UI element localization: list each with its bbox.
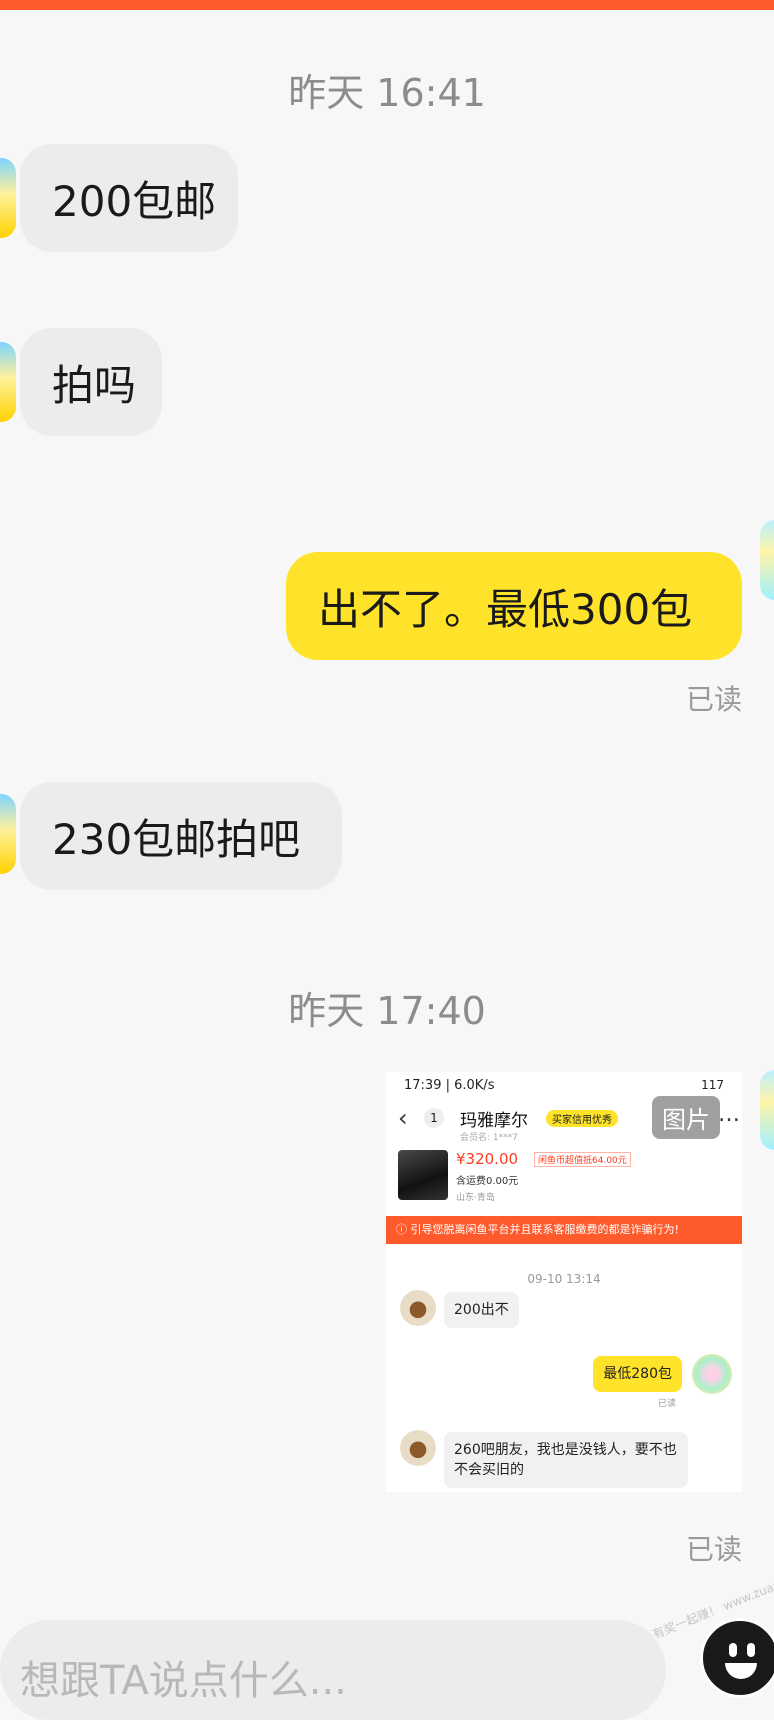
message-bubble-received[interactable]: 拍吗 [20, 328, 162, 436]
timestamp: 昨天 16:41 [288, 71, 486, 115]
product-price: ¥320.00 [456, 1150, 519, 1168]
image-message[interactable]: 17:39 | 6.0K/s 117 ‹ 1 玛雅摩尔 买家信用优秀 会员名: … [386, 1072, 742, 1492]
timestamp: 昨天 17:40 [288, 989, 486, 1033]
inner-message-sent: 最低280包 [593, 1356, 682, 1392]
read-receipt: 已读 [685, 683, 742, 716]
my-avatar[interactable] [760, 1070, 774, 1150]
shipping-info: 含运费0.00元 [456, 1176, 519, 1187]
message-bubble-sent[interactable]: 出不了。最低300包 [286, 552, 742, 660]
contact-avatar[interactable] [0, 158, 16, 238]
coin-discount-tag: 闲鱼币超值抵64.00元 [534, 1152, 631, 1167]
contact-avatar[interactable] [0, 342, 16, 422]
read-receipt: 已读 [685, 1533, 742, 1566]
product-thumbnail [398, 1150, 448, 1200]
inner-message-line: 260吧朋友，我也是没钱人，要不也 [454, 1442, 677, 1458]
inner-message-received: 200出不 [444, 1292, 519, 1328]
image-label: 图片 [652, 1096, 720, 1139]
inner-message-line: 不会买旧的 [454, 1462, 524, 1478]
status-bar-time: 17:39 | 6.0K/s [404, 1078, 495, 1093]
back-arrow-icon: ‹ [398, 1104, 408, 1132]
product-location: 山东·青岛 [456, 1193, 495, 1203]
top-accent-bar [0, 0, 774, 10]
message-input-placeholder: 想跟TA说点什么... [20, 1658, 347, 1704]
credit-badge: 买家信用优秀 [546, 1110, 618, 1127]
inner-read-receipt: 已读 [657, 1399, 676, 1409]
seller-name: 玛雅摩尔 [460, 1111, 528, 1131]
inner-my-avatar [692, 1354, 732, 1394]
emoji-mouth [725, 1663, 757, 1679]
fraud-warning-banner: ⓘ 引导您脱离闲鱼平台并且联系客服缴费的都是诈骗行为! [386, 1216, 742, 1244]
status-bar-battery: 117 [701, 1078, 724, 1092]
emoji-icon[interactable] [700, 1618, 774, 1698]
inner-timestamp: 09-10 13:14 [527, 1272, 601, 1286]
more-icon: … [718, 1102, 740, 1127]
contact-avatar[interactable] [0, 794, 16, 874]
unread-badge: 1 [424, 1108, 444, 1128]
message-bubble-received[interactable]: 200包邮 [20, 144, 238, 252]
member-name: 会员名: 1***7 [460, 1133, 518, 1143]
emoji-eye [729, 1643, 737, 1657]
inner-contact-avatar [400, 1290, 436, 1326]
my-avatar[interactable] [760, 520, 774, 600]
inner-contact-avatar [400, 1430, 436, 1466]
emoji-eye [747, 1643, 755, 1657]
message-bubble-received[interactable]: 230包邮拍吧 [20, 782, 342, 890]
inner-message-received: 260吧朋友，我也是没钱人，要不也 不会买旧的 [444, 1432, 688, 1488]
